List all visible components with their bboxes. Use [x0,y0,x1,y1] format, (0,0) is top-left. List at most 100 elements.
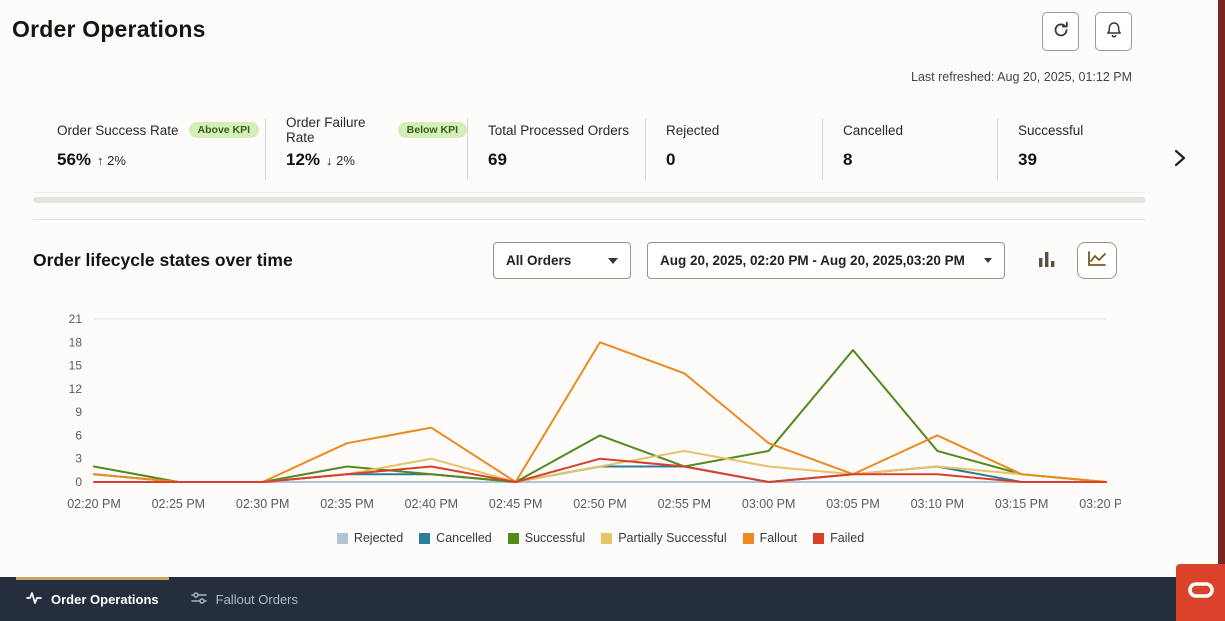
bar-chart-view-button[interactable] [1031,245,1063,277]
date-range-dropdown[interactable]: Aug 20, 2025, 02:20 PM - Aug 20, 2025,03… [647,242,1005,279]
chart-controls: All Orders Aug 20, 2025, 02:20 PM - Aug … [493,242,1117,279]
tab-fallout-orders[interactable]: Fallout Orders [175,577,314,621]
filter-sliders-icon [191,591,207,608]
x-tick-label: 03:20 PM [1079,497,1121,511]
y-tick-label: 21 [69,312,83,326]
tab-label: Order Operations [51,592,159,607]
legend-item-failed[interactable]: Failed [813,531,864,545]
x-tick-label: 03:05 PM [826,497,880,511]
kpi-strip: Order Success Rate Above KPI 56% ↑ 2% Or… [57,118,1153,180]
legend-label: Failed [830,531,864,545]
y-tick-label: 12 [69,382,83,396]
notifications-button[interactable] [1095,12,1132,51]
x-tick-label: 02:55 PM [658,497,712,511]
kpi-delta: ↓ 2% [326,153,355,168]
refresh-icon [1052,21,1070,42]
chart-section-title: Order lifecycle states over time [33,250,293,271]
kpi-card-successful: Successful 39 [997,118,1095,180]
lifecycle-line-chart: 03691215182102:20 PM02:25 PM02:30 PM02:3… [36,305,1121,520]
x-tick-label: 03:15 PM [995,497,1049,511]
series-line-successful [94,350,1106,482]
kpi-value: 56% [57,150,91,170]
kpi-delta: ↑ 2% [97,153,126,168]
bar-chart-icon [1037,249,1057,272]
kpi-label: Total Processed Orders [488,123,629,138]
x-tick-label: 02:45 PM [489,497,543,511]
activity-icon [26,591,42,608]
legend-swatch [601,533,612,544]
lifecycle-chart-container: 03691215182102:20 PM02:25 PM02:30 PM02:3… [36,305,1165,545]
y-tick-label: 15 [69,359,83,373]
oracle-logo-icon [1187,581,1215,604]
legend-label: Cancelled [436,531,492,545]
date-range-value: Aug 20, 2025, 02:20 PM - Aug 20, 2025,03… [660,253,965,268]
kpi-value: 0 [666,150,675,170]
y-tick-label: 6 [75,428,82,442]
header-actions [1042,12,1132,51]
x-tick-label: 03:10 PM [911,497,965,511]
kpi-card-total-processed-orders: Total Processed Orders 69 [467,118,645,180]
bell-icon [1105,21,1123,42]
kpi-value: 39 [1018,150,1037,170]
order-operations-page: Order Operations Last refreshed: Aug 20,… [0,0,1225,621]
x-tick-label: 02:40 PM [405,497,459,511]
chevron-down-icon [608,258,618,264]
orders-filter-dropdown[interactable]: All Orders [493,242,631,279]
legend-item-fallout[interactable]: Fallout [743,531,798,545]
up-arrow-icon: ↑ [97,153,104,168]
legend-swatch [337,533,348,544]
legend-swatch [743,533,754,544]
line-chart-view-button[interactable] [1077,242,1117,279]
legend-label: Rejected [354,531,403,545]
chevron-right-icon [1174,149,1186,170]
kpi-label: Order Failure Rate [286,115,388,145]
x-tick-label: 03:00 PM [742,497,796,511]
section-divider [33,219,1145,220]
kpi-label: Order Success Rate [57,123,179,138]
kpi-badge: Below KPI [398,122,467,138]
legend-label: Fallout [760,531,798,545]
orders-filter-value: All Orders [506,253,571,268]
legend-item-partially-successful[interactable]: Partially Successful [601,531,726,545]
x-tick-label: 02:35 PM [320,497,374,511]
right-edge-strip [1218,0,1225,564]
tab-label: Fallout Orders [216,592,298,607]
legend-swatch [813,533,824,544]
kpi-value: 12% [286,150,320,170]
kpi-label: Successful [1018,123,1083,138]
kpi-value: 69 [488,150,507,170]
x-tick-label: 02:50 PM [573,497,627,511]
last-refreshed-text: Last refreshed: Aug 20, 2025, 01:12 PM [911,70,1132,84]
kpi-card-cancelled: Cancelled 8 [822,118,997,180]
kpi-label: Rejected [666,123,719,138]
legend-swatch [419,533,430,544]
refresh-button[interactable] [1042,12,1079,51]
chart-legend: Rejected Cancelled Successful Partially Suc… [36,531,1165,545]
kpi-badge: Above KPI [189,122,260,138]
chevron-down-icon [984,258,992,263]
kpi-card-order-failure-rate: Order Failure Rate Below KPI 12% ↓ 2% [265,118,467,180]
kpi-label: Cancelled [843,123,903,138]
y-tick-label: 0 [75,475,82,489]
legend-item-cancelled[interactable]: Cancelled [419,531,492,545]
x-tick-label: 02:25 PM [152,497,206,511]
kpi-scroll-next-button[interactable] [1165,144,1195,174]
page-title: Order Operations [12,16,206,43]
x-tick-label: 02:20 PM [67,497,121,511]
legend-item-rejected[interactable]: Rejected [337,531,403,545]
kpi-value: 8 [843,150,852,170]
chart-section-header: Order lifecycle states over time All Ord… [33,242,1117,279]
legend-swatch [508,533,519,544]
bottom-tab-bar: Order Operations Fallout Orders [0,577,1225,621]
down-arrow-icon: ↓ [326,153,333,168]
tab-order-operations[interactable]: Order Operations [10,577,175,621]
legend-item-successful[interactable]: Successful [508,531,585,545]
legend-label: Successful [525,531,585,545]
kpi-horizontal-scrollbar[interactable] [33,197,1145,203]
series-line-fallout [94,342,1106,482]
kpi-card-order-success-rate: Order Success Rate Above KPI 56% ↑ 2% [57,118,265,180]
x-tick-label: 02:30 PM [236,497,290,511]
oracle-assistant-button[interactable] [1176,564,1225,621]
y-tick-label: 9 [75,405,82,419]
line-chart-icon [1087,250,1107,271]
